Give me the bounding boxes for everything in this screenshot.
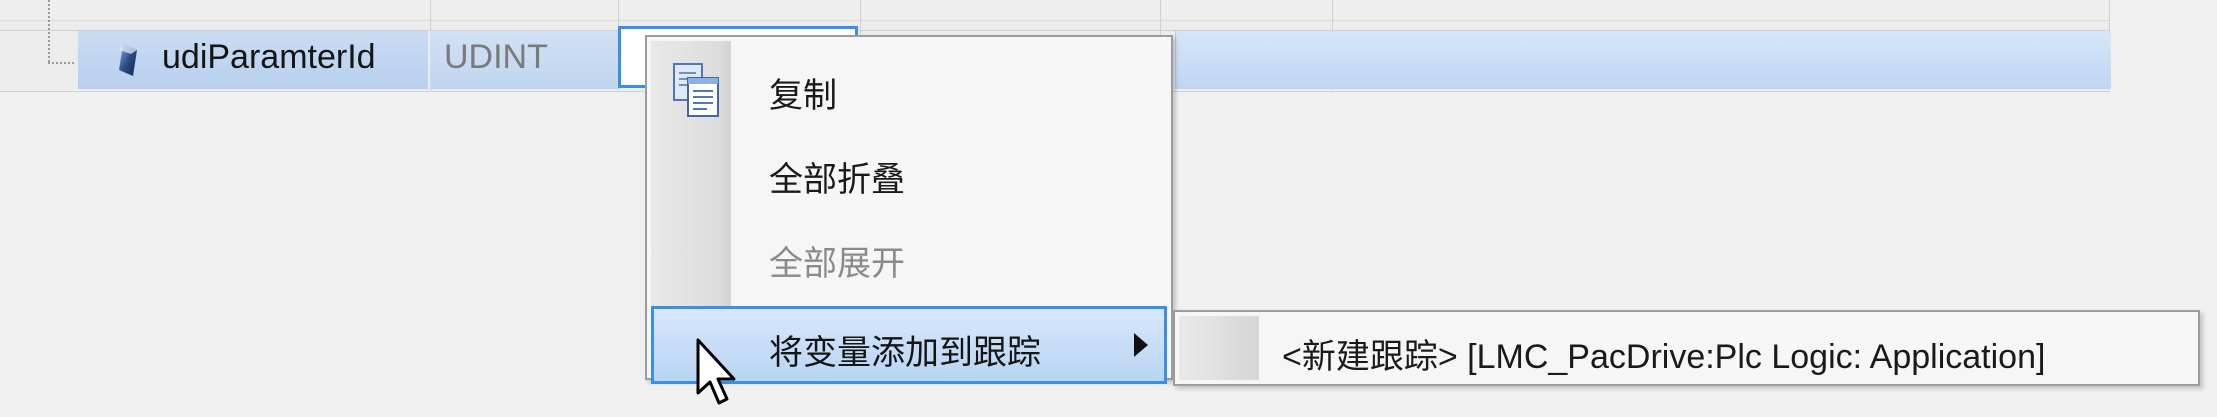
menu-item-label: 全部展开 xyxy=(769,245,905,283)
submenu-item-new-trace[interactable]: <新建跟踪> [LMC_PacDrive:Plc Logic: Applicat… xyxy=(1282,329,2045,378)
grid-row-previous[interactable] xyxy=(0,0,2110,21)
menu-item-expand-all[interactable]: 全部展开 xyxy=(651,217,1167,295)
row-highlight[interactable] xyxy=(1175,31,2111,89)
arrow-pointer-icon xyxy=(695,337,739,409)
menu-icon-gutter xyxy=(1179,316,1259,380)
variable-type: UDINT xyxy=(444,38,548,76)
menu-item-label: 全部折叠 xyxy=(769,161,905,199)
submenu: <新建跟踪> [LMC_PacDrive:Plc Logic: Applicat… xyxy=(1173,310,2200,386)
variable-icon xyxy=(113,42,143,78)
copy-icon xyxy=(671,61,721,119)
menu-item-label: 将变量添加到跟踪 xyxy=(769,334,1041,372)
submenu-arrow-icon xyxy=(1134,333,1148,357)
menu-item-collapse-all[interactable]: 全部折叠 xyxy=(651,133,1167,211)
context-menu: 复制 全部折叠 全部展开 将变量添加到跟踪 xyxy=(645,35,1173,384)
menu-item-copy[interactable]: 复制 xyxy=(651,49,1167,127)
variable-name: udiParamterId xyxy=(162,38,376,76)
menu-item-label: 复制 xyxy=(769,77,837,115)
